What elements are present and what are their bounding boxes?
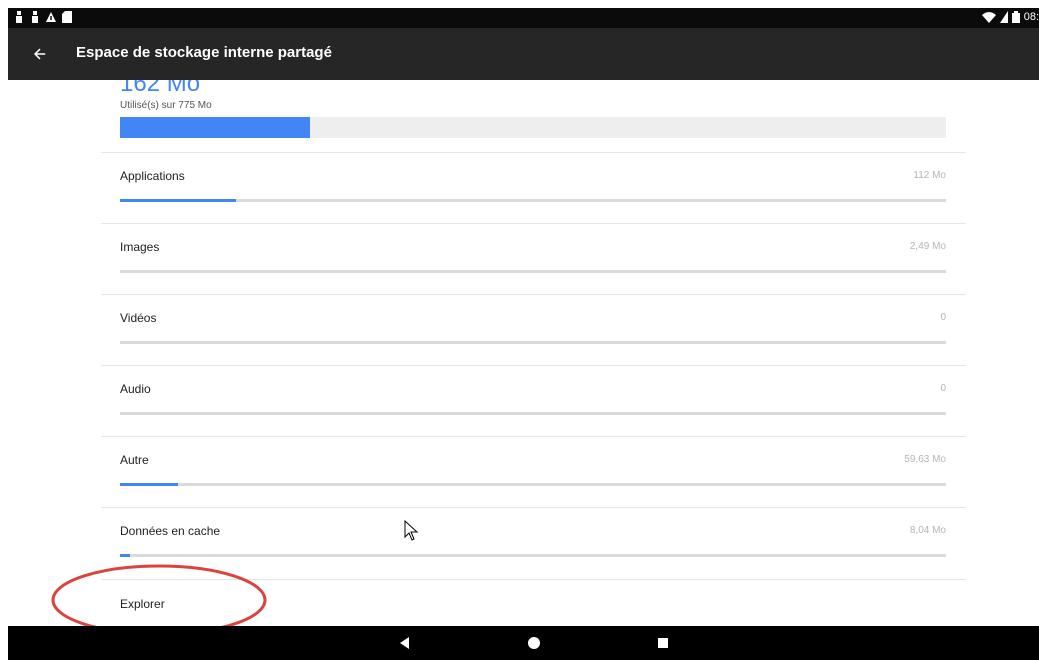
signal-icon	[999, 11, 1008, 23]
app-toolbar: Espace de stockage interne partagé	[8, 28, 1039, 80]
storage-content[interactable]: 162 Mo Utilisé(s) sur 775 Mo Application…	[8, 80, 1039, 626]
explorer-item[interactable]: Explorer	[101, 579, 966, 626]
category-label: Vidéos	[120, 311, 157, 325]
category-label: Autre	[120, 453, 149, 467]
notification-icon	[16, 11, 22, 23]
storage-category-row[interactable]: Données en cache 8,04 Mo	[101, 507, 966, 578]
notification-icon	[32, 11, 38, 23]
category-size: 112 Mo	[913, 170, 946, 181]
category-usage-fill	[120, 554, 130, 557]
category-usage-fill	[120, 483, 178, 486]
category-usage-bar	[120, 412, 946, 415]
warning-icon	[46, 12, 56, 22]
home-circle-icon[interactable]	[525, 634, 543, 652]
category-label: Applications	[120, 169, 185, 183]
category-usage-bar	[120, 341, 946, 344]
wifi-icon	[981, 12, 996, 23]
status-right-icons: 08:	[981, 11, 1039, 23]
status-time: 08:	[1023, 11, 1039, 23]
category-size: 0	[940, 383, 946, 394]
battery-icon	[1011, 11, 1020, 23]
total-usage-fill	[120, 117, 310, 138]
storage-category-row[interactable]: Autre 59,63 Mo	[101, 436, 966, 507]
storage-category-row[interactable]: Applications 112 Mo	[101, 152, 966, 223]
navigation-bar	[8, 626, 1039, 660]
used-total-text: Utilisé(s) sur 775 Mo	[120, 100, 212, 111]
status-left-icons	[14, 11, 72, 23]
category-size: 2,49 Mo	[909, 241, 946, 252]
used-amount: 162 Mo	[120, 80, 201, 97]
category-label: Images	[120, 240, 160, 254]
category-usage-bar	[120, 270, 946, 273]
recents-square-icon[interactable]	[654, 634, 672, 652]
category-usage-bar	[120, 199, 946, 202]
category-size: 59,63 Mo	[904, 454, 946, 465]
category-label: Audio	[120, 382, 151, 396]
storage-summary: 162 Mo Utilisé(s) sur 775 Mo	[120, 80, 946, 111]
category-usage-bar	[120, 554, 946, 557]
category-label: Données en cache	[120, 524, 221, 538]
sd-card-icon	[62, 11, 72, 23]
storage-category-row[interactable]: Vidéos 0	[101, 294, 966, 365]
arrow-back-icon[interactable]	[28, 42, 52, 66]
category-usage-fill	[120, 199, 236, 202]
category-size: 8,04 Mo	[909, 525, 946, 536]
storage-category-row[interactable]: Audio 0	[101, 365, 966, 436]
status-bar: 08:	[8, 8, 1039, 28]
category-usage-bar	[120, 483, 946, 486]
total-usage-bar	[120, 117, 946, 138]
category-size: 0	[940, 312, 946, 323]
storage-category-row[interactable]: Images 2,49 Mo	[101, 223, 966, 294]
android-screen: 08: Espace de stockage interne partagé 1…	[0, 0, 1039, 660]
explorer-label: Explorer	[120, 597, 165, 611]
back-triangle-icon[interactable]	[396, 634, 414, 652]
page-title: Espace de stockage interne partagé	[76, 44, 332, 61]
